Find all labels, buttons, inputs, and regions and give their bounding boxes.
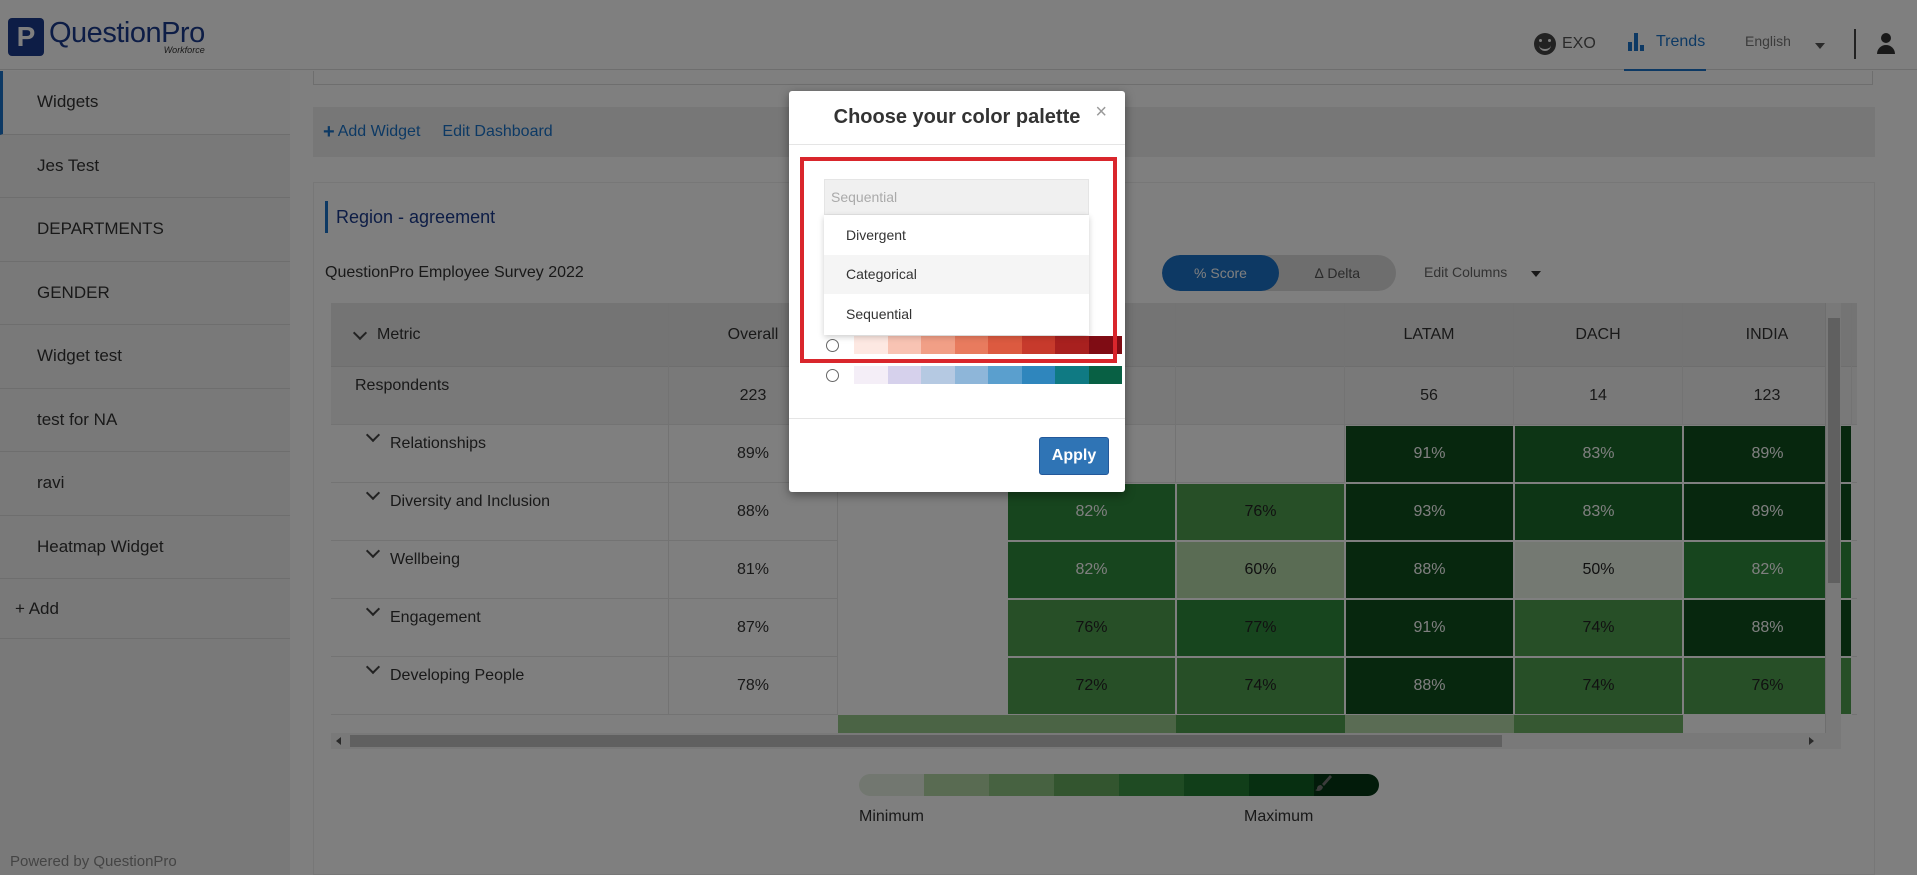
- close-icon[interactable]: ×: [1095, 101, 1107, 124]
- palette-swatch: [1021, 366, 1055, 384]
- palette-swatches: [854, 366, 1122, 384]
- palette-option-purple-teal[interactable]: [826, 366, 1122, 384]
- modal-title: Choose your color palette: [833, 106, 1081, 128]
- palette-swatch: [1088, 366, 1122, 384]
- palette-swatch: [1055, 366, 1089, 384]
- palette-swatch: [988, 366, 1022, 384]
- modal-divider: [789, 418, 1125, 419]
- palette-swatch: [954, 366, 988, 384]
- palette-swatch: [921, 366, 955, 384]
- palette-swatch: [854, 366, 888, 384]
- apply-button[interactable]: Apply: [1039, 437, 1109, 475]
- palette-radio[interactable]: [826, 368, 839, 382]
- palette-swatch: [887, 366, 921, 384]
- annotation-highlight-box: [800, 157, 1117, 363]
- modal-header: Choose your color palette ×: [789, 91, 1125, 145]
